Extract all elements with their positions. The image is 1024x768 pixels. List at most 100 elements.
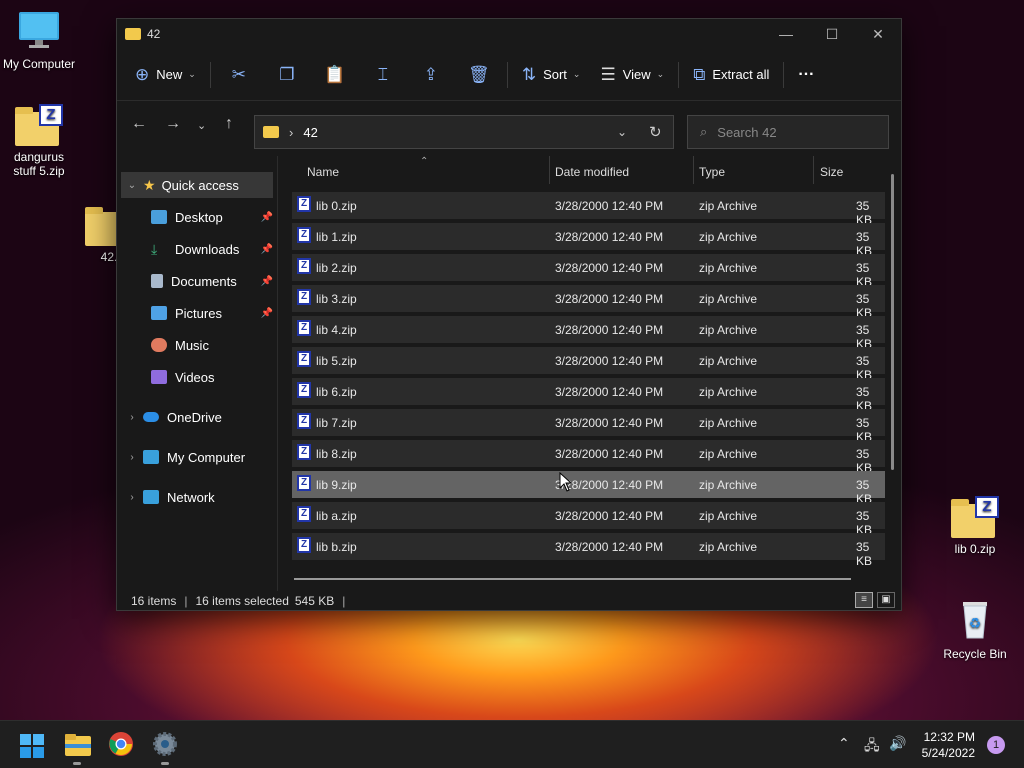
status-selected-size: 545 KB [294, 593, 335, 608]
new-button[interactable]: ⊕ New ⌄ [125, 58, 206, 92]
pin-icon: 📌 [260, 243, 273, 255]
desktop-icon-label: My Computer [2, 57, 76, 71]
more-options-button[interactable]: ··· [788, 58, 824, 92]
maximize-button[interactable]: ☐ [809, 19, 855, 49]
windows-logo-icon [20, 734, 44, 758]
zip-file-icon: Z [297, 444, 311, 460]
nav-item-documents[interactable]: Documents 📌 [121, 268, 273, 294]
search-box[interactable]: ⌕ Search 42 [687, 115, 889, 149]
recent-locations-chevron-icon[interactable]: ⌄ [197, 119, 206, 132]
start-button[interactable] [19, 733, 45, 759]
table-row[interactable]: Zlib 7.zip 3/28/2000 12:40 PM zip Archive 3… [292, 409, 885, 444]
volume-icon[interactable]: 🔊 [889, 735, 906, 752]
forward-arrow-icon[interactable]: → [165, 115, 181, 133]
minimize-button[interactable]: — [763, 19, 809, 49]
back-arrow-icon[interactable]: ← [131, 115, 147, 133]
taskbar-file-explorer[interactable] [64, 731, 92, 765]
chevron-right-icon: › [130, 491, 134, 503]
nav-item-quick-access[interactable]: ⌄ ★ Quick access [121, 172, 273, 198]
nav-item-pictures[interactable]: Pictures 📌 [121, 300, 273, 326]
window-title: 42 [147, 27, 161, 41]
file-name: lib 0.zip [316, 199, 357, 213]
nav-item-videos[interactable]: Videos [121, 364, 273, 390]
file-name: lib 7.zip [316, 416, 357, 430]
share-button[interactable]: ⇪ [407, 58, 455, 92]
status-item-count: 16 items [131, 593, 177, 608]
file-type: zip Archive [699, 385, 758, 399]
computer-icon [143, 450, 159, 464]
network-status-icon[interactable]: 🖧 [864, 735, 880, 759]
horizontal-scrollbar[interactable] [294, 578, 851, 580]
table-row[interactable]: Zlib 9.zip 3/28/2000 12:40 PM zip Archive 3… [292, 471, 885, 506]
chevron-down-icon: ⌄ [188, 69, 196, 79]
column-divider[interactable] [549, 156, 550, 184]
cloud-icon [143, 412, 159, 422]
table-row[interactable]: Zlib a.zip 3/28/2000 12:40 PM zip Archive 3… [292, 502, 885, 537]
nav-item-my-computer[interactable]: › My Computer [121, 444, 273, 470]
column-divider[interactable] [813, 156, 814, 184]
nav-item-onedrive[interactable]: › OneDrive [121, 404, 273, 430]
file-type: zip Archive [699, 261, 758, 275]
file-name: lib b.zip [316, 540, 357, 554]
table-row[interactable]: Zlib 0.zip 3/28/2000 12:40 PM zip Archive 3… [292, 192, 885, 227]
column-header-date[interactable]: Date modified [555, 165, 629, 179]
show-hidden-icons-chevron-icon[interactable]: ⌃ [838, 735, 850, 752]
copy-button[interactable]: ❐ [263, 58, 311, 92]
taskbar-chrome[interactable] [108, 731, 136, 759]
sort-button[interactable]: ⇅ Sort ⌄ [512, 58, 591, 92]
nav-item-music[interactable]: Music [121, 332, 273, 358]
file-name: lib 2.zip [316, 261, 357, 275]
refresh-icon[interactable]: ↻ [649, 123, 662, 141]
table-row[interactable]: Zlib 5.zip 3/28/2000 12:40 PM zip Archive 3… [292, 347, 885, 382]
desktop-icon-recycle-bin[interactable]: ♻ Recycle Bin [936, 596, 1014, 661]
nav-item-desktop[interactable]: Desktop 📌 [121, 204, 273, 230]
music-icon [151, 338, 167, 352]
large-icons-view-icon[interactable]: ▣ [877, 592, 895, 608]
table-row[interactable]: Zlib 2.zip 3/28/2000 12:40 PM zip Archive 3… [292, 254, 885, 289]
cut-button[interactable]: ✂ [215, 58, 263, 92]
address-bar[interactable]: › 42 ⌄ ↻ [254, 115, 674, 149]
vertical-scrollbar[interactable] [891, 174, 894, 470]
table-row[interactable]: Zlib 6.zip 3/28/2000 12:40 PM zip Archive 3… [292, 378, 885, 413]
desktop-icon-my-computer[interactable]: My Computer [0, 10, 78, 71]
address-history-chevron-icon[interactable]: ⌄ [617, 125, 627, 139]
title-bar[interactable]: 42 — ☐ ✕ [117, 19, 901, 49]
clock[interactable]: 12:32 PM 5/24/2022 [915, 729, 975, 761]
column-header-type[interactable]: Type [699, 165, 725, 179]
taskbar-settings[interactable] [152, 731, 180, 765]
table-row[interactable]: Zlib 1.zip 3/28/2000 12:40 PM zip Archive 3… [292, 223, 885, 258]
sort-label: Sort [543, 67, 567, 82]
nav-label: OneDrive [167, 409, 222, 425]
close-button[interactable]: ✕ [855, 19, 901, 49]
nav-item-network[interactable]: › Network [121, 484, 273, 510]
column-header-size[interactable]: Size [820, 165, 843, 179]
zip-file-icon: Z [297, 289, 311, 305]
desktop-icon-lib0-zip[interactable]: Z lib 0.zip [936, 496, 1014, 556]
column-divider[interactable] [693, 156, 694, 184]
status-divider: | [342, 593, 346, 608]
chrome-icon [109, 732, 133, 756]
paste-button[interactable]: 📋 [311, 58, 359, 92]
table-row[interactable]: Zlib 4.zip 3/28/2000 12:40 PM zip Archive 3… [292, 316, 885, 351]
delete-button[interactable]: 🗑 [455, 58, 503, 92]
pane-splitter[interactable] [277, 156, 278, 591]
table-row[interactable]: Zlib 3.zip 3/28/2000 12:40 PM zip Archive 3… [292, 285, 885, 320]
table-row[interactable]: Zlib 8.zip 3/28/2000 12:40 PM zip Archive 3… [292, 440, 885, 475]
breadcrumb[interactable]: 42 [303, 125, 317, 140]
table-row[interactable]: Zlib b.zip 3/28/2000 12:40 PM zip Archive 3… [292, 533, 885, 568]
column-header-name[interactable]: Name [307, 165, 339, 179]
zip-file-icon: Z [297, 196, 311, 212]
nav-item-downloads[interactable]: ⤓ Downloads 📌 [121, 236, 273, 262]
rename-button[interactable]: ⌶ [359, 58, 407, 92]
command-bar: ⊕ New ⌄ ✂ ❐ 📋 ⌶ ⇪ 🗑 ⇅ Sort ⌄ ☰ View ⌄ ⧉ Extract… [117, 49, 901, 101]
plus-circle-icon: ⊕ [135, 64, 150, 84]
desktop-icon-dangurus-zip[interactable]: Z dangurus stuff 5.zip [0, 104, 78, 178]
notification-badge[interactable]: 1 [987, 736, 1005, 754]
sort-ascending-icon: ⌃ [420, 156, 429, 167]
nav-label: Network [167, 489, 215, 505]
view-button[interactable]: ☰ View ⌄ [590, 58, 674, 92]
new-label: New [156, 67, 183, 82]
details-view-icon[interactable]: ≡ [855, 592, 873, 608]
extract-all-button[interactable]: ⧉ Extract all [683, 58, 779, 92]
up-arrow-icon[interactable]: ↑ [225, 115, 233, 133]
